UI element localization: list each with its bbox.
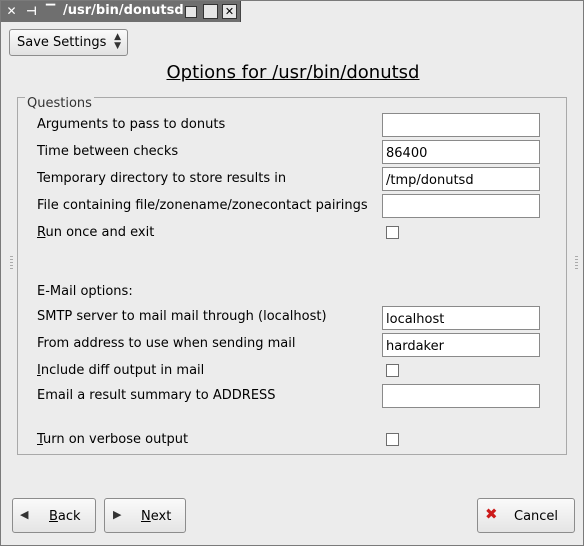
close-button[interactable]: ✕ (222, 4, 237, 19)
zonefile-input[interactable] (382, 194, 540, 218)
runonce-checkbox[interactable] (386, 226, 399, 239)
diff-checkbox[interactable] (386, 364, 399, 377)
back-button[interactable]: ◀ Back (12, 498, 96, 533)
diff-label[interactable]: Include diff output in mail (37, 363, 204, 378)
window-menu-icon[interactable]: ✕ (4, 4, 19, 19)
arguments-label: Arguments to pass to donuts (37, 117, 226, 132)
left-grip-icon (10, 256, 13, 270)
runonce-label-text: un once and exit (45, 225, 155, 240)
window-title: /usr/bin/donutsd (63, 3, 184, 18)
back-mnemonic: B (49, 509, 58, 524)
diff-label-text: nclude diff output in mail (40, 363, 205, 378)
runonce-label[interactable]: Run once and exit (37, 225, 154, 240)
pin-icon[interactable]: ⊣ (24, 4, 39, 19)
smtp-input[interactable] (382, 306, 540, 330)
verbose-label-text: urn on verbose output (42, 432, 189, 447)
back-label-text: ack (57, 509, 81, 524)
next-button[interactable]: ▶ Next (104, 498, 186, 533)
next-label-text: ext (150, 509, 172, 524)
interval-label: Time between checks (37, 144, 179, 159)
cancel-button[interactable]: ✖ Cancel (477, 498, 575, 533)
save-settings-label: Save Settings (17, 35, 107, 50)
next-arrow-icon: ▶ (113, 508, 122, 521)
title-bar[interactable]: ✕ ⊣ ▔ /usr/bin/donutsd ✕ (1, 1, 241, 22)
page-title: Options for /usr/bin/donutsd (166, 62, 420, 83)
maximize-button[interactable] (203, 4, 218, 19)
interval-input[interactable] (382, 140, 540, 164)
right-grip-icon (575, 256, 578, 270)
back-arrow-icon: ◀ (20, 508, 29, 521)
summary-label: Email a result summary to ADDRESS (37, 388, 276, 403)
back-button-label: Back (49, 509, 81, 524)
next-button-label: Next (141, 509, 171, 524)
summary-input[interactable] (382, 384, 540, 408)
combo-arrows-icon: ▲ ▼ (114, 32, 121, 51)
verbose-checkbox[interactable] (386, 433, 399, 446)
smtp-label: SMTP server to mail mail through (localh… (37, 309, 327, 324)
questions-group-label: Questions (25, 96, 94, 111)
tmpdir-label: Temporary directory to store results in (37, 171, 287, 186)
cancel-x-icon: ✖ (485, 505, 498, 523)
tmpdir-input[interactable] (382, 167, 540, 191)
minimize-button[interactable] (185, 6, 197, 18)
dialog-window: ✕ ⊣ ▔ /usr/bin/donutsd ✕ Save Settings ▲… (0, 0, 584, 546)
verbose-label[interactable]: Turn on verbose output (37, 432, 188, 447)
email-section-label: E-Mail options: (37, 284, 133, 299)
next-mnemonic: N (141, 509, 151, 524)
save-settings-combo[interactable]: Save Settings ▲ ▼ (9, 29, 128, 56)
from-label: From address to use when sending mail (37, 336, 296, 351)
cancel-button-label: Cancel (514, 509, 559, 524)
from-input[interactable] (382, 333, 540, 357)
shade-icon[interactable]: ▔ (43, 4, 58, 19)
zonefile-label: File containing file/zonename/zonecontac… (37, 198, 368, 213)
arguments-input[interactable] (382, 113, 540, 137)
